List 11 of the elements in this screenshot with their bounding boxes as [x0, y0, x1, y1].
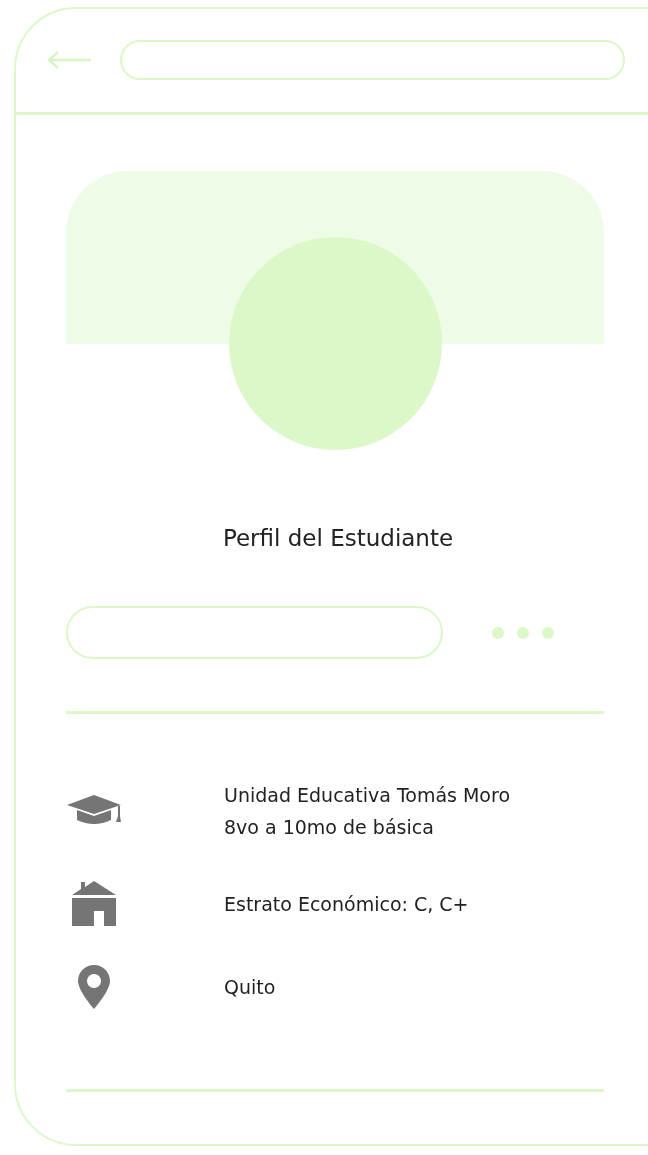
back-arrow-icon[interactable] [47, 50, 93, 70]
more-icon[interactable] [491, 625, 555, 640]
info-text: Quito [224, 975, 276, 1000]
input-field[interactable] [66, 606, 443, 659]
location-pin-icon [78, 965, 110, 1009]
profile-title: Perfil del Estudiante [221, 525, 455, 551]
info-text: Estrato Económico: C, C+ [224, 892, 469, 917]
info-text: Unidad Educativa Tomás Moro [224, 783, 510, 808]
house-icon [71, 881, 117, 927]
search-field[interactable] [120, 40, 625, 80]
info-text: 8vo a 10mo de básica [224, 815, 435, 840]
